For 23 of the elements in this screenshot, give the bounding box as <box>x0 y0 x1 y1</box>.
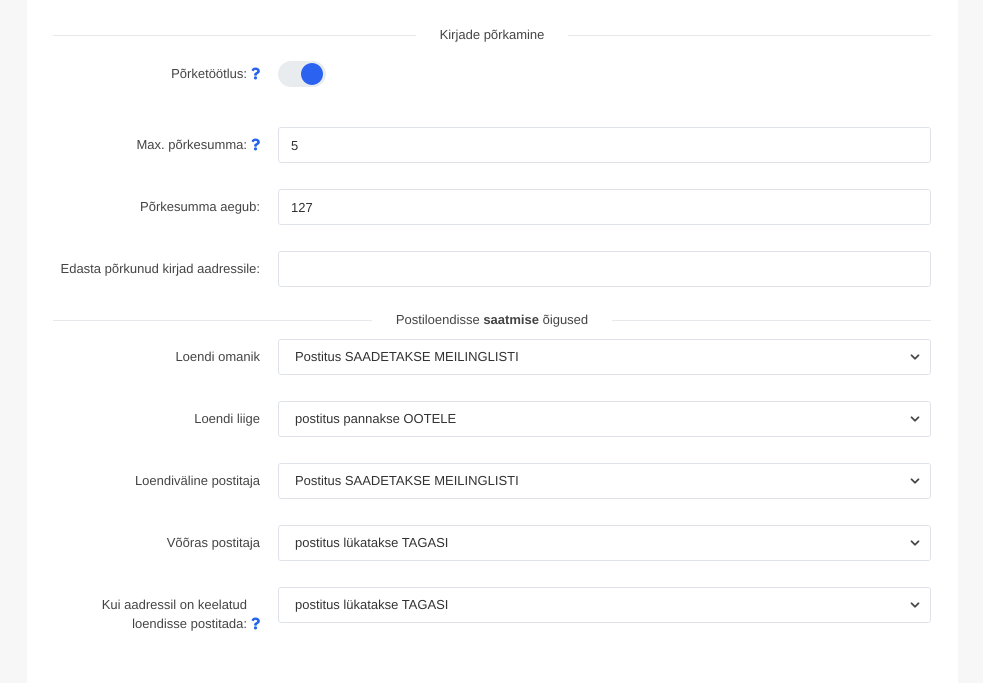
dropdown-field[interactable]: postitus pannakse OOTELE <box>278 401 931 437</box>
help-icon[interactable] <box>251 67 260 80</box>
field-label: Loendi omanik <box>175 348 260 366</box>
field-label: Kui aadressil on keelatud loendisse postitada: <box>100 596 247 633</box>
field-label: Max. põrkesumma: <box>136 136 247 154</box>
input-field[interactable] <box>278 251 931 287</box>
dropdown-field[interactable]: postitus lükatakse TAGASI <box>278 587 931 623</box>
field-label: Põrketöötlus: <box>171 65 247 83</box>
help-icon[interactable] <box>251 617 260 630</box>
input-field[interactable]: 5 <box>278 127 931 163</box>
help-icon[interactable] <box>251 138 260 151</box>
field-label: Loendi liige <box>194 410 260 428</box>
section-heading: Kirjade põrkamine <box>440 26 544 44</box>
input-field[interactable]: 127 <box>278 189 931 225</box>
section-heading: Postiloendisse saatmise õigused <box>396 311 588 330</box>
dropdown-field[interactable]: Postitus SAADETAKSE MEILINGLISTI <box>278 463 931 499</box>
field-label: Edasta põrkunud kirjad aadressile: <box>60 260 260 278</box>
field-label: Võõras postitaja <box>166 534 260 552</box>
toggle-switch[interactable] <box>278 61 326 87</box>
field-label: Loendiväline postitaja <box>134 472 260 490</box>
field-label: Põrkesumma aegub: <box>140 198 260 216</box>
dropdown-field[interactable]: Postitus SAADETAKSE MEILINGLISTI <box>278 339 931 375</box>
dropdown-field[interactable]: postitus lükatakse TAGASI <box>278 525 931 561</box>
